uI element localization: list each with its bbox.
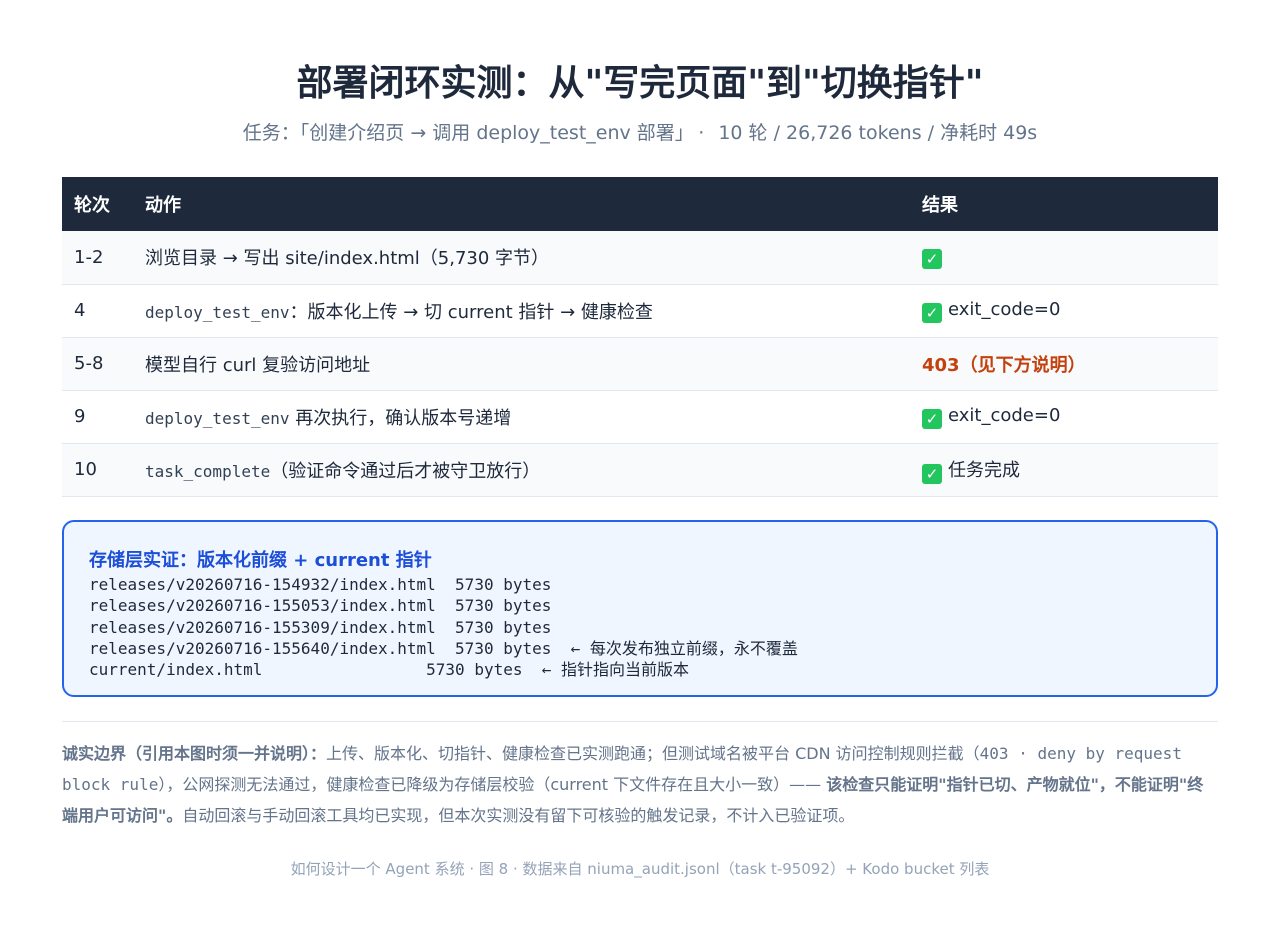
cell-result: 403（见下方说明） <box>910 337 1218 391</box>
check-icon: ✓ <box>922 249 942 270</box>
cell-round: 5-8 <box>62 337 133 391</box>
storage-line: releases/v20260716-154932/index.html 573… <box>89 575 552 594</box>
subtitle-stats: 10 轮 / 26,726 tokens / 净耗时 49s <box>718 122 1038 144</box>
cell-result: ✓ 任务完成 <box>910 443 1218 497</box>
cell-action: 浏览目录 → 写出 site/index.html（5,730 字节） <box>133 231 910 285</box>
result-text: 任务完成 <box>948 459 1020 481</box>
cell-result: ✓ exit_code=0 <box>910 284 1218 338</box>
subtitle-separator: · <box>698 122 705 144</box>
action-code: task_complete <box>145 461 271 481</box>
storage-line: releases/v20260716-155640/index.html 573… <box>89 638 798 658</box>
honesty-label: 诚实边界（引用本图时须一并说明）： <box>62 744 327 763</box>
cell-action: 模型自行 curl 复验访问地址 <box>133 337 910 391</box>
cell-round: 4 <box>62 284 133 338</box>
storage-title: 存储层实证：版本化前缀 + current 指针 <box>89 550 432 571</box>
storage-line: releases/v20260716-155053/index.html 573… <box>89 596 552 616</box>
table-row: 10 task_complete（验证命令通过后才被守卫放行） ✓ 任务完成 <box>62 443 1218 497</box>
honesty-note: 诚实边界（引用本图时须一并说明）：上传、版本化、切指针、健康检查已实测跑通；但测… <box>62 738 1218 831</box>
figure-caption: 如何设计一个 Agent 系统 · 图 8 · 数据来自 niuma_audit… <box>290 860 990 878</box>
cell-round: 9 <box>62 390 133 444</box>
storage-listing: releases/v20260716-154932/index.html 573… <box>89 574 1216 680</box>
action-text: ：版本化上传 → 切 current 指针 → 健康检查 <box>289 301 653 323</box>
action-code: deploy_test_env <box>145 302 290 322</box>
cell-action: deploy_test_env 再次执行，确认版本号递增 <box>133 390 910 444</box>
action-text: 再次执行，确认版本号递增 <box>289 407 512 429</box>
action-text: （验证命令通过后才被守卫放行） <box>270 460 541 482</box>
table-row: 5-8 模型自行 curl 复验访问地址 403（见下方说明） <box>62 337 1218 391</box>
cell-result: ✓ <box>910 231 1218 285</box>
action-text: 模型自行 curl 复验访问地址 <box>145 354 371 376</box>
header-result: 结果 <box>910 177 1218 231</box>
check-icon: ✓ <box>922 463 942 484</box>
action-code: deploy_test_env <box>145 408 290 428</box>
check-icon: ✓ <box>922 302 942 323</box>
storage-evidence-box: 存储层实证：版本化前缀 + current 指针 releases/v20260… <box>62 520 1218 697</box>
result-text: exit_code=0 <box>948 404 1061 426</box>
cell-action: deploy_test_env：版本化上传 → 切 current 指针 → 健… <box>133 284 910 338</box>
cell-round: 10 <box>62 443 133 497</box>
page-subtitle: 任务：「创建介绍页 → 调用 deploy_test_env 部署」 · 10 轮 … <box>0 118 1280 145</box>
table-row: 1-2 浏览目录 → 写出 site/index.html（5,730 字节） … <box>62 231 1218 285</box>
table-row: 4 deploy_test_env：版本化上传 → 切 current 指针 →… <box>62 284 1218 338</box>
honesty-text-3: 自动回滚与手动回滚工具均已实现，但本次实测没有留下可核验的触发记录，不计入已验证… <box>182 806 855 825</box>
page-title: 部署闭环实测：从"写完页面"到"切换指针" <box>296 63 984 104</box>
steps-table: 轮次 动作 结果 1-2 浏览目录 → 写出 site/index.html（5… <box>62 177 1218 497</box>
table-header-row: 轮次 动作 结果 <box>62 177 1218 231</box>
storage-line: current/index.html 5730 bytes ← 指针指向当前版本 <box>89 660 690 680</box>
action-text: 浏览目录 → 写出 site/index.html（5,730 字节） <box>145 248 550 270</box>
result-warning: 403（见下方说明） <box>922 354 1086 376</box>
result-text: exit_code=0 <box>948 298 1061 320</box>
honesty-text-2: ），公网探测无法通过，健康检查已降级为存储层校验（current 下文件存在且大… <box>158 775 827 794</box>
cell-round: 1-2 <box>62 231 133 285</box>
cell-result: ✓ exit_code=0 <box>910 390 1218 444</box>
storage-line: releases/v20260716-155309/index.html 573… <box>89 617 552 637</box>
table-row: 9 deploy_test_env 再次执行，确认版本号递增 ✓ exit_cod… <box>62 390 1218 444</box>
header-round: 轮次 <box>62 177 133 231</box>
header-action: 动作 <box>133 177 910 231</box>
cell-action: task_complete（验证命令通过后才被守卫放行） <box>133 443 910 497</box>
honesty-text-1: 上传、版本化、切指针、健康检查已实测跑通；但测试域名被平台 CDN 访问控制规则… <box>326 744 980 763</box>
divider <box>62 721 1218 722</box>
subtitle-task: 任务：「创建介绍页 → 调用 deploy_test_env 部署」 <box>242 122 685 144</box>
check-icon: ✓ <box>922 408 942 429</box>
